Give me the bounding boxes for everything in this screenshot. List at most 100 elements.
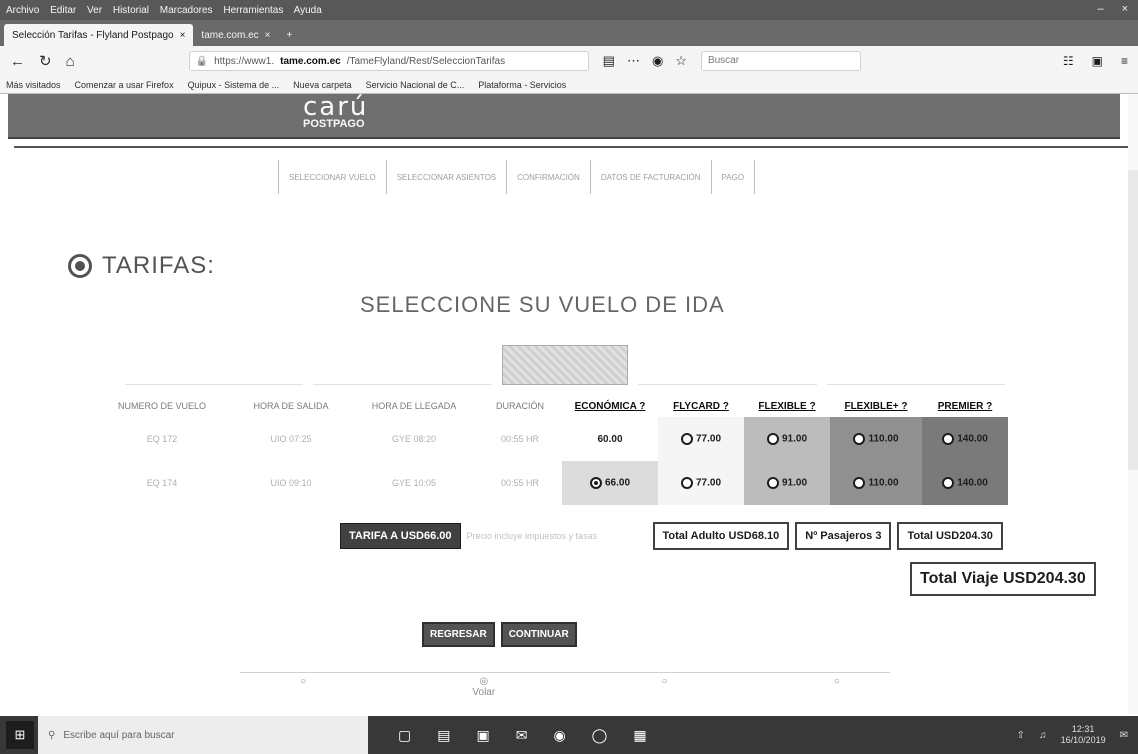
booking-steps: SELECCIONAR VUELO SELECCIONAR ASIENTOS C…: [278, 160, 756, 194]
scrollbar-thumb[interactable]: [1128, 170, 1138, 470]
system-clock[interactable]: 12:31 16/10/2019: [1061, 724, 1106, 746]
tab-seleccion-tarifas[interactable]: Selección Tarifas - Flyland Postpago ×: [4, 24, 194, 46]
tarifa-label: TARIFA A: [349, 530, 398, 542]
search-input[interactable]: Buscar: [700, 51, 861, 71]
network-icon[interactable]: ⇧: [1017, 730, 1025, 741]
radio-button-selected[interactable]: [589, 477, 602, 489]
continue-button[interactable]: CONTINUAR: [500, 622, 577, 647]
menu-icon[interactable]: ≡: [1121, 54, 1128, 68]
menu-item[interactable]: Ayuda: [294, 5, 322, 16]
menu-item[interactable]: Ver: [87, 5, 102, 16]
action-buttons: REGRESAR CONTINUAR: [422, 622, 577, 647]
windows-start-icon[interactable]: ⊞: [6, 721, 34, 749]
explorer-icon[interactable]: ▤: [437, 727, 450, 744]
close-icon[interactable]: ×: [1122, 3, 1128, 15]
page-title: TARIFAS:: [102, 252, 215, 279]
fare-flexible[interactable]: 91.00: [744, 417, 830, 461]
close-tab-icon[interactable]: ×: [265, 30, 271, 41]
bookmark-star-icon[interactable]: ☆: [675, 53, 687, 69]
date-option[interactable]: [125, 345, 304, 385]
bookmark-item[interactable]: Nueva carpeta: [293, 80, 352, 90]
close-tab-icon[interactable]: ×: [180, 30, 186, 41]
fare-flycard[interactable]: 77.00: [658, 417, 744, 461]
notifications-icon[interactable]: ✉: [1120, 730, 1128, 741]
footer-link[interactable]: ○: [834, 676, 840, 698]
taskbar-search[interactable]: ⚲ Escribe aquí para buscar: [38, 716, 368, 754]
radio-button[interactable]: [766, 477, 779, 489]
radio-button[interactable]: [766, 433, 779, 445]
more-icon[interactable]: ⋯: [627, 53, 640, 69]
radio-button[interactable]: [853, 433, 866, 445]
footer-link[interactable]: ○: [662, 676, 668, 698]
table-header-row: NUMERO DE VUELO HORA DE SALIDA HORA DE L…: [92, 395, 1008, 417]
fare-premier[interactable]: 140.00: [922, 461, 1008, 505]
new-tab-button[interactable]: +: [279, 24, 301, 46]
bookmark-item[interactable]: Servicio Nacional de C...: [366, 80, 465, 90]
footer-divider: [240, 672, 890, 673]
library-icon[interactable]: ☷: [1063, 54, 1074, 68]
col-header: HORA DE SALIDA: [253, 401, 329, 411]
mail-icon[interactable]: ✉: [516, 727, 528, 744]
fare-economica[interactable]: 60.00: [562, 417, 658, 461]
bookmark-item[interactable]: Más visitados: [6, 80, 61, 90]
reader-icon[interactable]: ▤: [603, 53, 615, 69]
volume-icon[interactable]: ♫: [1039, 730, 1047, 741]
menu-item[interactable]: Historial: [113, 5, 149, 16]
date-option[interactable]: [313, 345, 492, 385]
store-icon[interactable]: ▣: [476, 727, 489, 744]
header-divider: [14, 146, 1129, 148]
date-option[interactable]: [638, 345, 817, 385]
taskbar-apps: ▢ ▤ ▣ ✉ ◉ ◯ ▦: [398, 727, 647, 744]
table-row: EQ 172 UIO 07:25 GYE 08:20 00:55 HR 60.0…: [92, 417, 1008, 461]
radio-button[interactable]: [853, 477, 866, 489]
navigation-toolbar: ← ↻ ⌂ 🔒 https://www1. tame.com.ec/TameFly…: [0, 46, 1138, 76]
fare-header[interactable]: FLEXIBLE+ ?: [830, 395, 922, 417]
step-item: PAGO: [712, 160, 756, 194]
fare-flexible-plus[interactable]: 110.00: [830, 417, 922, 461]
home-icon[interactable]: ⌂: [66, 53, 75, 70]
footer-link[interactable]: ◎ Volar: [472, 676, 495, 698]
bookmark-item[interactable]: Comenzar a usar Firefox: [75, 80, 174, 90]
fare-flexible-plus[interactable]: 110.00: [830, 461, 922, 505]
menu-item[interactable]: Herramientas: [223, 5, 283, 16]
menu-item[interactable]: Editar: [50, 5, 76, 16]
site-logo[interactable]: carú POSTPAGO: [303, 94, 368, 130]
chrome-icon[interactable]: ◯: [592, 727, 608, 744]
duration: 00:55 HR: [500, 434, 540, 444]
date-option-selected[interactable]: [501, 345, 629, 385]
back-button[interactable]: REGRESAR: [422, 622, 495, 647]
tab-tame[interactable]: tame.com.ec ×: [193, 24, 278, 46]
fare-header[interactable]: FLYCARD ?: [658, 395, 744, 417]
fare-premier[interactable]: 140.00: [922, 417, 1008, 461]
firefox-icon[interactable]: ◉: [553, 727, 565, 744]
address-bar[interactable]: 🔒 https://www1. tame.com.ec/TameFlyland/R…: [188, 51, 589, 71]
fare-header[interactable]: PREMIER ?: [922, 395, 1008, 417]
back-icon[interactable]: ←: [10, 53, 25, 70]
reload-icon[interactable]: ↻: [39, 52, 52, 70]
minimize-icon[interactable]: –: [1097, 3, 1103, 15]
task-view-icon[interactable]: ▢: [398, 727, 411, 744]
fare-economica[interactable]: 66.00: [562, 461, 658, 505]
radio-button[interactable]: [680, 433, 693, 445]
fare-flycard[interactable]: 77.00: [658, 461, 744, 505]
menu-item[interactable]: Archivo: [6, 5, 39, 16]
radio-button[interactable]: [942, 433, 955, 445]
pocket-icon[interactable]: ◉: [652, 53, 663, 69]
fare-flexible[interactable]: 91.00: [744, 461, 830, 505]
sidebar-icon[interactable]: ▣: [1092, 54, 1103, 68]
system-tray: ⇧ ♫ 12:31 16/10/2019 ✉: [1017, 724, 1138, 746]
bookmark-item[interactable]: Plataforma - Servicios: [478, 80, 566, 90]
radio-button[interactable]: [680, 477, 693, 489]
footer-link[interactable]: ○: [300, 676, 306, 698]
fare-price: 91.00: [781, 433, 808, 445]
menu-item[interactable]: Marcadores: [160, 5, 213, 16]
departure-time: UIO 09:10: [270, 478, 312, 488]
date-option[interactable]: [826, 345, 1005, 385]
word-icon[interactable]: ▦: [633, 727, 646, 744]
fare-header[interactable]: FLEXIBLE ?: [744, 395, 830, 417]
step-item: SELECCIONAR ASIENTOS: [387, 160, 508, 194]
fare-header[interactable]: ECONÓMICA ?: [562, 395, 658, 417]
radio-button[interactable]: [942, 477, 955, 489]
bookmark-item[interactable]: Quipux - Sistema de ...: [188, 80, 280, 90]
fare-price: 110.00: [868, 477, 899, 489]
